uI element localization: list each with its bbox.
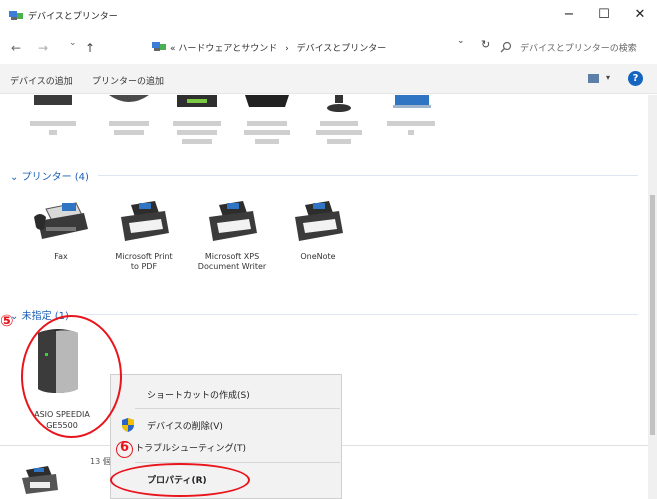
item-count: 13 個 xyxy=(90,457,111,466)
breadcrumb-prefix[interactable]: « xyxy=(170,44,176,54)
uac-shield-icon xyxy=(122,418,134,432)
search-box[interactable]: デバイスとプリンターの検索 xyxy=(486,36,649,58)
printer-name: OneNote xyxy=(300,252,336,261)
printer-item-xps-writer[interactable]: Microsoft XPS Document Writer xyxy=(192,199,272,272)
virtual-device-icon xyxy=(177,95,217,107)
printer-item-print-to-pdf[interactable]: Microsoft Print to PDF xyxy=(104,199,184,272)
address-bar-row: ← → ⌄ ↑ « ハードウェアとサウンド › デバイスとプリンター ⌄ ↻ デ… xyxy=(0,30,657,64)
search-placeholder: デバイスとプリンターの検索 xyxy=(520,44,637,54)
close-button[interactable]: ✕ xyxy=(628,6,652,24)
devices-printers-icon xyxy=(152,42,166,51)
address-dropdown-icon[interactable]: ⌄ xyxy=(457,36,465,46)
device-item[interactable] xyxy=(18,95,88,135)
printers-group-label: プリンター (4) xyxy=(21,172,89,183)
printer-item-fax[interactable]: Fax xyxy=(21,199,101,262)
device-item[interactable] xyxy=(162,95,232,144)
speaker-icon xyxy=(245,95,289,107)
chevron-down-icon: ⌄ xyxy=(10,172,19,183)
remove-device-menu-item[interactable]: デバイスの削除(V) xyxy=(147,419,223,432)
step-5-marker: ⑤ xyxy=(0,311,14,330)
window-title: デバイスとプリンター xyxy=(28,12,118,22)
computer-icon xyxy=(34,95,72,105)
microphone-icon xyxy=(327,95,351,112)
device-label-blurred xyxy=(304,121,374,144)
search-icon xyxy=(500,41,512,53)
printer-item-onenote[interactable]: OneNote xyxy=(278,199,358,262)
highlight-device-ring xyxy=(21,315,122,438)
minimize-button[interactable]: − xyxy=(557,6,581,24)
breadcrumb: « ハードウェアとサウンド › デバイスとプリンター xyxy=(170,41,386,54)
view-options-icon[interactable] xyxy=(588,74,599,83)
help-icon[interactable]: ? xyxy=(628,71,643,86)
view-dropdown-icon[interactable]: ▾ xyxy=(606,73,610,82)
scrollbar-thumb[interactable] xyxy=(650,195,655,435)
troubleshoot-menu-item[interactable]: トラブルシューティング(T) xyxy=(135,441,246,454)
printers-group-header[interactable]: ⌄ プリンター (4) xyxy=(10,168,89,183)
add-printer-button[interactable]: プリンターの追加 xyxy=(92,74,164,87)
printer-name: Microsoft XPS Document Writer xyxy=(197,252,267,271)
recent-locations-icon[interactable]: ⌄ xyxy=(69,38,77,48)
printer-name: Microsoft Print to PDF xyxy=(115,252,173,271)
menu-separator xyxy=(135,408,340,409)
printer-icon xyxy=(121,201,169,241)
highlight-properties-ring xyxy=(110,463,250,497)
usb-mouse-icon xyxy=(109,95,149,102)
breadcrumb-devices-printers[interactable]: デバイスとプリンター xyxy=(297,44,387,54)
add-device-button[interactable]: デバイスの追加 xyxy=(10,74,73,87)
title-bar: デバイスとプリンター − ☐ ✕ xyxy=(0,0,657,30)
create-shortcut-menu-item[interactable]: ショートカットの作成(S) xyxy=(147,388,250,401)
group-divider xyxy=(98,175,638,176)
printer-icon xyxy=(295,201,343,241)
back-arrow-icon[interactable]: ← xyxy=(11,41,21,55)
up-arrow-icon[interactable]: ↑ xyxy=(85,41,95,55)
monitor-icon xyxy=(393,95,431,108)
breadcrumb-separator-icon: › xyxy=(285,44,289,54)
device-item[interactable] xyxy=(304,95,374,144)
device-item[interactable] xyxy=(376,95,446,135)
fax-icon xyxy=(34,202,88,239)
device-label-blurred xyxy=(18,121,88,135)
step-6-marker: 6 xyxy=(120,440,130,455)
command-bar: デバイスの追加 プリンターの追加 ▾ ? xyxy=(0,64,657,94)
address-box[interactable]: « ハードウェアとサウンド › デバイスとプリンター xyxy=(152,36,474,58)
device-label-blurred xyxy=(376,121,446,135)
device-item[interactable] xyxy=(94,95,164,135)
printer-name: Fax xyxy=(54,252,68,261)
selected-device-icon xyxy=(22,466,58,494)
forward-arrow-icon[interactable]: → xyxy=(38,41,48,55)
breadcrumb-hardware-sound[interactable]: ハードウェアとサウンド xyxy=(178,44,277,54)
device-label-blurred xyxy=(232,121,302,144)
maximize-button[interactable]: ☐ xyxy=(592,6,616,24)
device-item[interactable] xyxy=(232,95,302,144)
device-label-blurred xyxy=(94,121,164,135)
group-divider xyxy=(84,314,638,315)
devices-printers-icon xyxy=(9,11,23,20)
printer-icon xyxy=(209,201,257,241)
device-label-blurred xyxy=(162,121,232,144)
